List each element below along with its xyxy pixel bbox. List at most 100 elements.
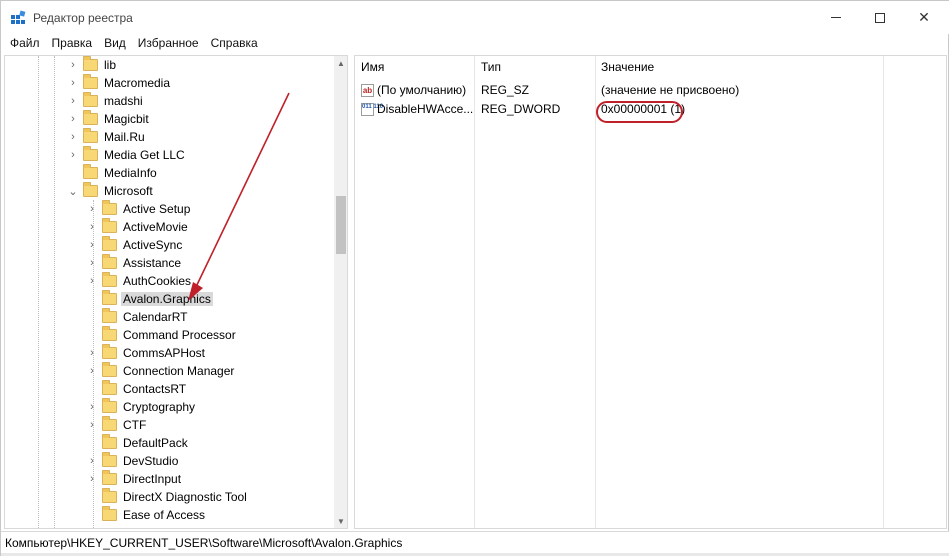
chevron-right-icon[interactable]: › bbox=[67, 128, 79, 146]
scroll-thumb[interactable] bbox=[336, 196, 346, 254]
tree-item[interactable]: › Active Setup bbox=[86, 200, 192, 218]
no-expander bbox=[86, 290, 98, 308]
tree-item-label: Media Get LLC bbox=[104, 148, 185, 162]
tree-item-label: lib bbox=[104, 58, 117, 72]
tree-item[interactable]: MediaInfo bbox=[67, 164, 159, 182]
chevron-right-icon[interactable]: › bbox=[86, 254, 98, 272]
tree-item[interactable]: › CTF bbox=[86, 416, 148, 434]
tree-item-label: AuthCookies bbox=[123, 274, 192, 288]
chevron-right-icon[interactable]: › bbox=[67, 56, 79, 74]
chevron-right-icon[interactable]: › bbox=[86, 470, 98, 488]
menu-view[interactable]: Вид bbox=[98, 34, 132, 54]
tree-item[interactable]: › CommsAPHost bbox=[86, 344, 207, 362]
folder-icon bbox=[102, 326, 117, 341]
tree-item-label: ContactsRT bbox=[123, 382, 187, 396]
tree-item-label: Magicbit bbox=[104, 112, 149, 126]
tree-item[interactable]: › DirectInput bbox=[86, 470, 183, 488]
tree-item[interactable]: Command Processor bbox=[86, 326, 238, 344]
column-header-type[interactable]: Тип bbox=[475, 56, 593, 78]
scroll-down-arrow-icon[interactable]: ▼ bbox=[334, 514, 347, 528]
close-button[interactable]: ✕ bbox=[901, 1, 947, 34]
value-type: REG_SZ bbox=[481, 83, 530, 97]
tree-item-label: Active Setup bbox=[123, 202, 191, 216]
tree-item[interactable]: › Macromedia bbox=[67, 74, 172, 92]
tree-item[interactable]: › Cryptography bbox=[86, 398, 197, 416]
tree-item[interactable]: DirectX Diagnostic Tool bbox=[86, 488, 249, 506]
tree-guide-line bbox=[38, 56, 39, 528]
tree-item[interactable]: › Magicbit bbox=[67, 110, 151, 128]
tree-item-label: Macromedia bbox=[104, 76, 171, 90]
key-tree-pane[interactable]: › lib › Macromedia › madshi › Magicbit › Mail.Ru ›… bbox=[4, 55, 348, 529]
chevron-right-icon[interactable]: › bbox=[86, 416, 98, 434]
title-bar: Редактор реестра ✕ bbox=[1, 1, 949, 34]
chevron-right-icon[interactable]: › bbox=[86, 452, 98, 470]
column-header-name[interactable]: Имя bbox=[355, 56, 473, 78]
value-row-default-name[interactable]: ab (По умолчанию) bbox=[361, 81, 466, 99]
tree-item[interactable]: › AuthCookies bbox=[86, 272, 193, 290]
tree-item[interactable]: › Media Get LLC bbox=[67, 146, 187, 164]
registry-editor-icon bbox=[11, 10, 26, 24]
tree-item[interactable]: Ease of Access bbox=[86, 506, 207, 524]
tree-item[interactable]: › ActiveSync bbox=[86, 236, 184, 254]
tree-item[interactable]: › madshi bbox=[67, 92, 145, 110]
tree-item[interactable]: ContactsRT bbox=[86, 380, 188, 398]
minimize-button[interactable] bbox=[813, 1, 859, 34]
tree-item-label: Ease of Access bbox=[123, 508, 206, 522]
chevron-right-icon[interactable]: › bbox=[86, 362, 98, 380]
tree-item-label: ActiveSync bbox=[123, 238, 183, 252]
tree-item[interactable]: › DevStudio bbox=[86, 452, 180, 470]
tree-item[interactable]: ⌄ Microsoft bbox=[67, 182, 155, 200]
chevron-right-icon[interactable]: › bbox=[67, 92, 79, 110]
tree-item[interactable]: › lib bbox=[67, 56, 118, 74]
chevron-right-icon[interactable]: › bbox=[67, 110, 79, 128]
folder-icon bbox=[102, 362, 117, 377]
folder-icon bbox=[102, 452, 117, 467]
folder-icon bbox=[102, 254, 117, 269]
menu-help[interactable]: Справка bbox=[205, 34, 264, 54]
tree-scrollbar[interactable]: ▲ ▼ bbox=[334, 56, 347, 528]
column-separator[interactable] bbox=[595, 56, 596, 528]
maximize-icon bbox=[875, 12, 885, 23]
tree-item-label: DefaultPack bbox=[123, 436, 188, 450]
menu-file[interactable]: Файл bbox=[4, 34, 46, 54]
folder-icon bbox=[83, 128, 98, 143]
tree-item[interactable]: › ActiveMovie bbox=[86, 218, 190, 236]
tree-item-label: CalendarRT bbox=[123, 310, 188, 324]
tree-item[interactable]: › Mail.Ru bbox=[67, 128, 147, 146]
column-header-data[interactable]: Значение bbox=[595, 56, 883, 78]
folder-icon bbox=[102, 236, 117, 251]
chevron-right-icon[interactable]: › bbox=[67, 146, 79, 164]
chevron-right-icon[interactable]: › bbox=[67, 74, 79, 92]
tree-item[interactable]: Avalon.Graphics bbox=[86, 290, 213, 308]
tree-guide-line bbox=[54, 56, 55, 528]
tree-item[interactable]: › Assistance bbox=[86, 254, 183, 272]
value-row-disablehwacceleration-name[interactable]: 011 110 DisableHWAcce... bbox=[361, 100, 473, 118]
column-separator[interactable] bbox=[883, 56, 884, 528]
folder-icon bbox=[102, 416, 117, 431]
chevron-right-icon[interactable]: › bbox=[86, 398, 98, 416]
chevron-right-icon[interactable]: › bbox=[86, 272, 98, 290]
folder-icon bbox=[102, 272, 117, 287]
values-pane[interactable]: Имя Тип Значение ab (По умолчанию) REG_S… bbox=[354, 55, 947, 529]
tree-item[interactable]: DefaultPack bbox=[86, 434, 190, 452]
no-expander bbox=[86, 488, 98, 506]
folder-icon bbox=[83, 56, 98, 71]
menu-edit[interactable]: Правка bbox=[46, 34, 99, 54]
tree-item[interactable]: CalendarRT bbox=[86, 308, 189, 326]
minimize-icon bbox=[831, 17, 841, 18]
tree-item[interactable]: › Connection Manager bbox=[86, 362, 236, 380]
folder-icon bbox=[102, 398, 117, 413]
tree-item-label: DirectX Diagnostic Tool bbox=[123, 490, 247, 504]
chevron-right-icon[interactable]: › bbox=[86, 344, 98, 362]
maximize-button[interactable] bbox=[857, 1, 903, 34]
chevron-right-icon[interactable]: › bbox=[86, 236, 98, 254]
chevron-right-icon[interactable]: › bbox=[86, 218, 98, 236]
chevron-down-icon[interactable]: ⌄ bbox=[67, 182, 79, 200]
folder-icon bbox=[102, 218, 117, 233]
chevron-right-icon[interactable]: › bbox=[86, 200, 98, 218]
value-data: (значение не присвоено) bbox=[601, 83, 740, 97]
column-separator[interactable] bbox=[474, 56, 475, 528]
scroll-up-arrow-icon[interactable]: ▲ bbox=[334, 56, 347, 70]
menu-favorites[interactable]: Избранное bbox=[132, 34, 205, 54]
string-value-icon: ab bbox=[361, 83, 374, 97]
